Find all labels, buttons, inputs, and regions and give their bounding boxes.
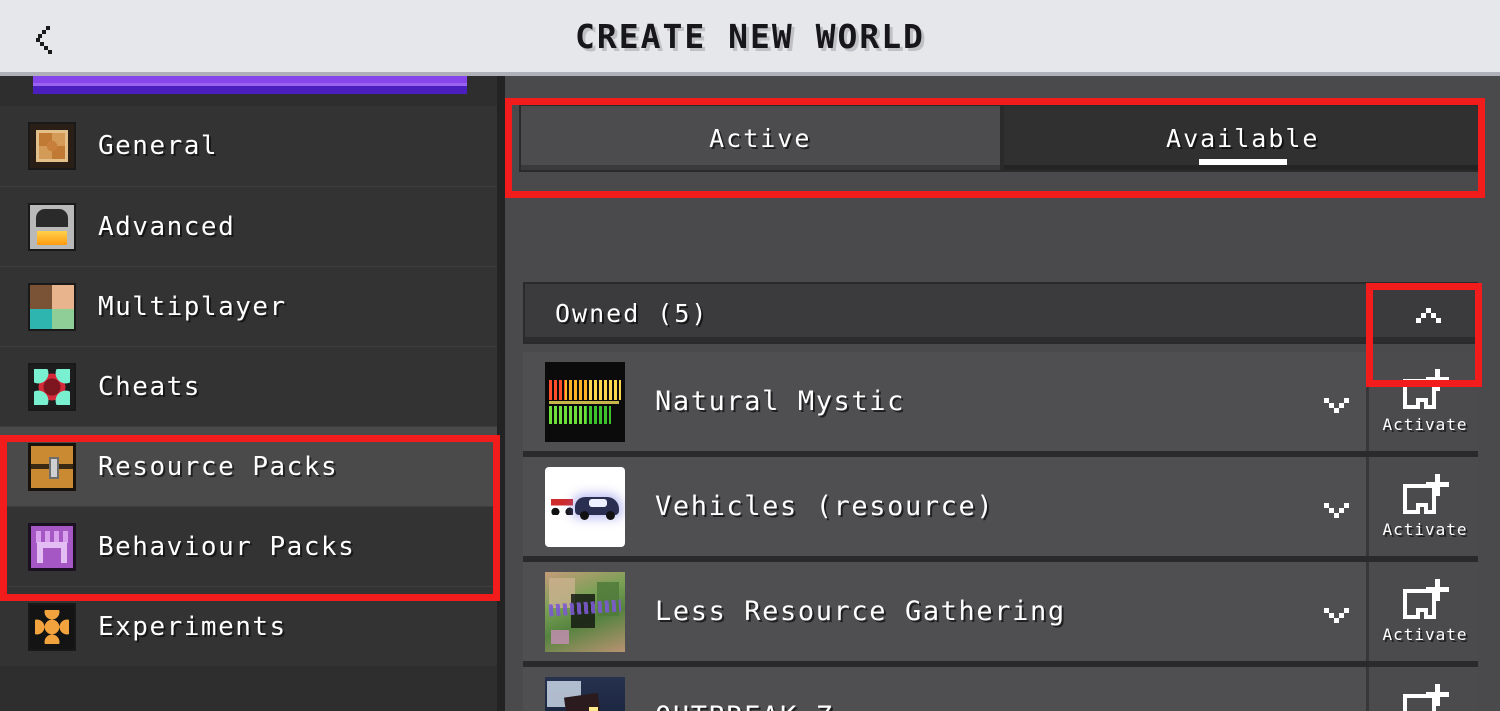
- table-row: Vehicles (resource) Activate: [523, 457, 1481, 562]
- activate-label: Activate: [1382, 415, 1468, 434]
- activate-button[interactable]: Activate: [1369, 667, 1481, 711]
- sidebar-item-cheats[interactable]: Cheats: [0, 346, 497, 426]
- sidebar-item-list: General Advanced Multiplayer Cheats Reso…: [0, 106, 497, 666]
- pack-row-natural-mystic[interactable]: Natural Mystic: [523, 352, 1369, 451]
- create-new-world-screen: CREATE NEW WORLD General Advanced Multip…: [0, 0, 1500, 711]
- sidebar-item-advanced[interactable]: Advanced: [0, 186, 497, 266]
- experiments-icon: [28, 602, 76, 651]
- right-edge-strip: [1478, 76, 1500, 711]
- owned-section-header[interactable]: Owned (5): [523, 282, 1481, 344]
- page-title: CREATE NEW WORLD: [575, 16, 925, 56]
- natural-mystic-thumb: [545, 361, 625, 442]
- table-row: OUTBREAK Z Activate: [523, 667, 1481, 711]
- pack-row-less-resource-gathering[interactable]: Less Resource Gathering: [523, 562, 1369, 661]
- pack-name: Vehicles (resource): [655, 491, 995, 522]
- activate-icon: [1403, 684, 1449, 711]
- tab-active[interactable]: Active: [519, 104, 1002, 172]
- activate-label: Activate: [1382, 625, 1468, 644]
- activate-button[interactable]: Activate: [1369, 457, 1481, 556]
- chevron-down-icon[interactable]: [1321, 608, 1351, 624]
- settings-sidebar: General Advanced Multiplayer Cheats Reso…: [0, 76, 497, 711]
- chevron-up-icon[interactable]: [1413, 308, 1443, 324]
- sidebar-item-behaviour-packs[interactable]: Behaviour Packs: [0, 506, 497, 586]
- less-resource-thumb: [545, 571, 625, 652]
- header-bar: CREATE NEW WORLD: [0, 0, 1500, 76]
- multiplayer-icon: [28, 282, 76, 331]
- general-icon: [28, 122, 76, 170]
- activate-button[interactable]: Activate: [1369, 352, 1481, 451]
- sidebar-item-label: Cheats: [98, 371, 201, 402]
- sidebar-item-experiments[interactable]: Experiments: [0, 586, 497, 666]
- activate-icon: [1403, 369, 1449, 409]
- activate-icon: [1403, 474, 1449, 514]
- chevron-down-icon[interactable]: [1321, 398, 1351, 414]
- pack-tabs: Active Available: [519, 104, 1484, 172]
- sidebar-item-label: Behaviour Packs: [98, 531, 356, 562]
- sidebar-item-label: Experiments: [98, 611, 287, 642]
- sidebar-item-general[interactable]: General: [0, 106, 497, 186]
- sidebar-item-label: Multiplayer: [98, 291, 287, 322]
- tab-label: Available: [1166, 123, 1320, 153]
- pack-row-outbreak-z[interactable]: OUTBREAK Z: [523, 667, 1369, 711]
- section-title: Owned (5): [555, 298, 709, 328]
- packs-panel: Active Available Owned (5) Natural Mysti…: [505, 76, 1500, 711]
- sidebar-item-label: General: [98, 131, 219, 161]
- pack-list: Natural Mystic Activate Vehicles (resour…: [523, 352, 1481, 711]
- tab-selected-indicator: [1198, 159, 1287, 165]
- cheats-icon: [28, 362, 76, 411]
- activate-label: Activate: [1382, 520, 1468, 539]
- activate-icon: [1403, 579, 1449, 619]
- outbreak-z-thumb: [545, 676, 625, 711]
- tab-label: Active: [709, 123, 812, 153]
- sidebar-item-label: Resource Packs: [98, 451, 339, 482]
- table-row: Less Resource Gathering Activate: [523, 562, 1481, 667]
- sidebar-item-label: Advanced: [98, 211, 236, 242]
- advanced-icon: [28, 202, 76, 251]
- chevron-down-icon[interactable]: [1321, 503, 1351, 519]
- purple-action-button[interactable]: [33, 76, 467, 94]
- table-row: Natural Mystic Activate: [523, 352, 1481, 457]
- behaviour-packs-icon: [28, 522, 76, 571]
- pack-name: OUTBREAK Z: [655, 701, 834, 711]
- tab-available[interactable]: Available: [1001, 104, 1484, 172]
- resource-packs-icon: [28, 442, 76, 491]
- pack-row-vehicles-resource[interactable]: Vehicles (resource): [523, 457, 1369, 556]
- pack-name: Less Resource Gathering: [655, 596, 1066, 627]
- pack-name: Natural Mystic: [655, 386, 905, 417]
- sidebar-divider: [497, 76, 505, 711]
- sidebar-item-multiplayer[interactable]: Multiplayer: [0, 266, 497, 346]
- vehicles-thumb: [545, 466, 625, 547]
- activate-button[interactable]: Activate: [1369, 562, 1481, 661]
- sidebar-item-resource-packs[interactable]: Resource Packs: [0, 426, 497, 506]
